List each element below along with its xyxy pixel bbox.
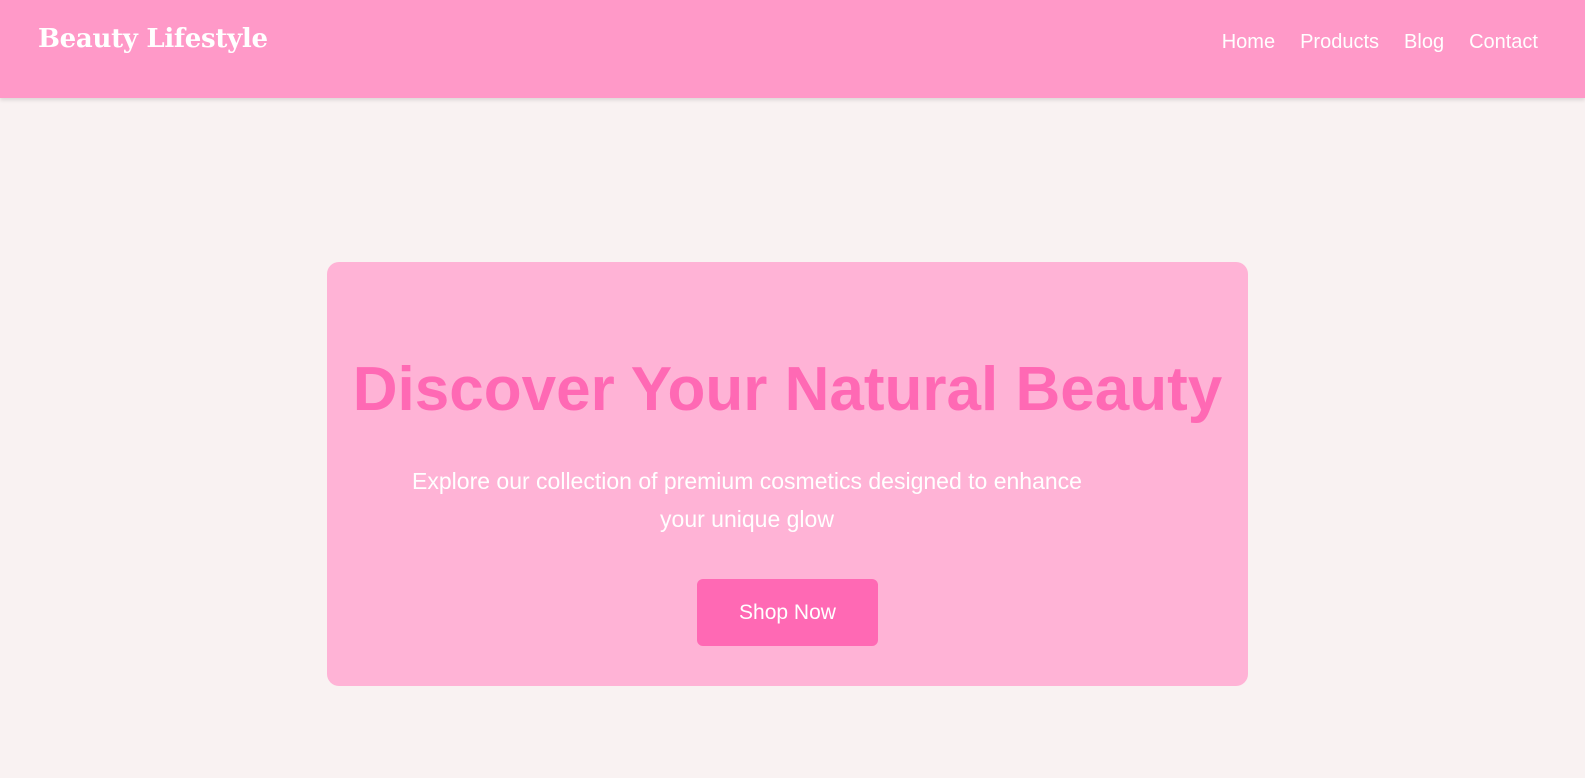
hero-description: Explore our collection of premium cosmet… bbox=[412, 468, 1082, 532]
nav-link-blog[interactable]: Blog bbox=[1404, 31, 1444, 54]
brand-logo[interactable]: Beauty Lifestyle bbox=[38, 24, 268, 54]
hero-title: Discover Your Natural Beauty bbox=[352, 355, 1223, 424]
site-header: Beauty Lifestyle Home Products Blog Cont… bbox=[0, 0, 1585, 98]
hero-card: Discover Your Natural Beauty Explore our… bbox=[327, 262, 1248, 686]
nav-link-products[interactable]: Products bbox=[1300, 31, 1379, 54]
main-nav: Home Products Blog Contact bbox=[1222, 31, 1538, 54]
shop-now-button[interactable]: Shop Now bbox=[697, 579, 878, 646]
nav-link-home[interactable]: Home bbox=[1222, 31, 1275, 54]
nav-link-contact[interactable]: Contact bbox=[1469, 31, 1538, 54]
